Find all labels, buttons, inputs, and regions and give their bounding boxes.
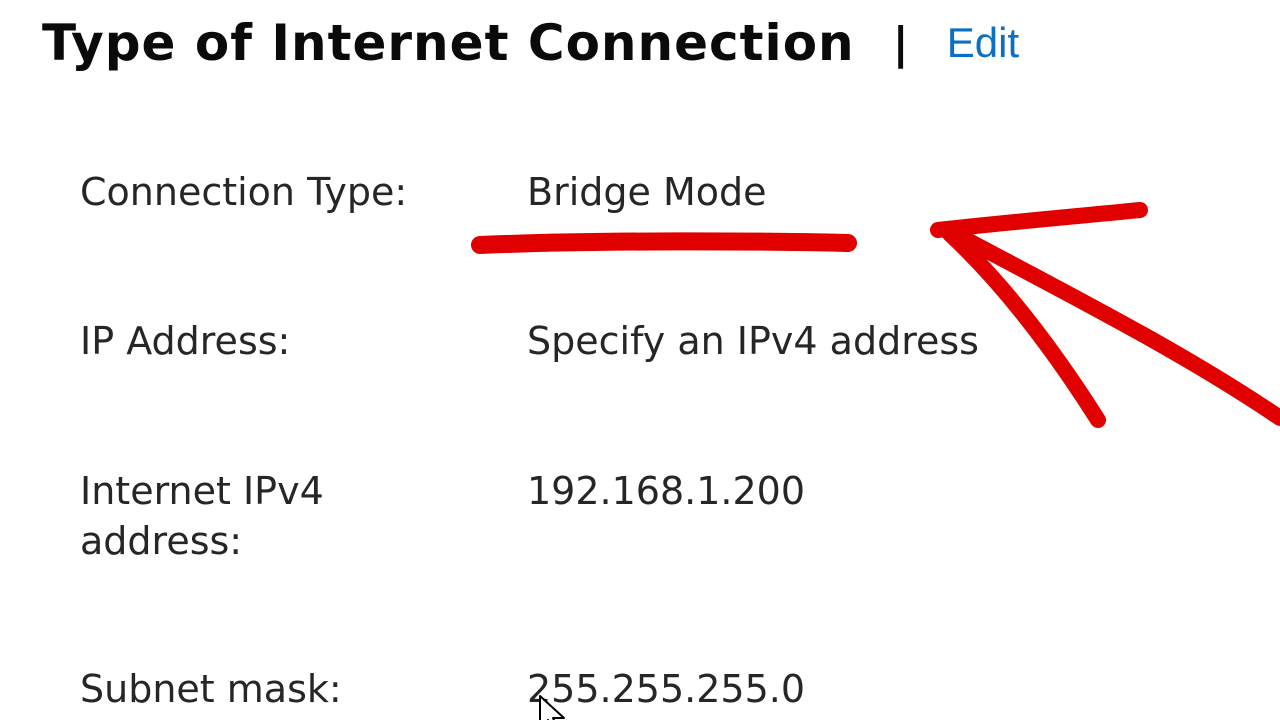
subnet-mask-value: 255.255.255.0: [527, 667, 806, 711]
ip-address-label: IP Address:: [80, 319, 291, 363]
internet-ipv4-address-label: Internet IPv4 address:: [80, 469, 324, 563]
mouse-pointer-icon: [538, 694, 568, 720]
red-arrow-shaft: [944, 224, 1280, 426]
header-separator: |: [892, 17, 909, 69]
connection-type-label: Connection Type:: [80, 170, 408, 214]
red-underline: [471, 232, 857, 254]
ip-address-value: Specify an IPv4 address: [527, 319, 979, 363]
internet-ipv4-address-value: 192.168.1.200: [527, 469, 806, 513]
page-title: Type of Internet Connection: [42, 14, 855, 72]
subnet-mask-label: Subnet mask:: [80, 667, 342, 711]
edit-link[interactable]: Edit: [947, 19, 1019, 67]
section-header: Type of Internet Connection | Edit: [42, 8, 1019, 78]
connection-type-value: Bridge Mode: [527, 170, 767, 214]
red-arrow-stroke-top: [930, 202, 1148, 238]
